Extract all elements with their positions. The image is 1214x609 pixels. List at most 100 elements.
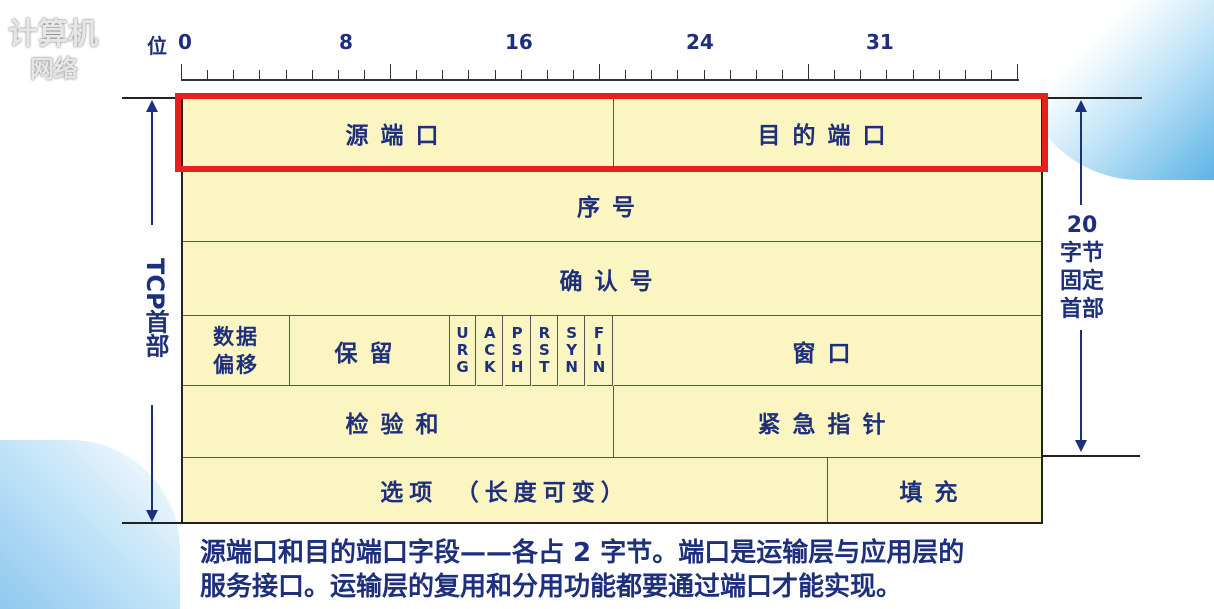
ruler-tick-mark bbox=[730, 70, 731, 80]
urgent-pointer-label: 紧急指针 bbox=[757, 411, 898, 438]
reserved-cell: 保留 bbox=[290, 316, 450, 386]
flag-letter: S bbox=[566, 324, 578, 342]
tcp-header-label: TCP首部 bbox=[141, 258, 169, 358]
ruler-label: 位 bbox=[147, 34, 167, 58]
urgent-pointer-cell: 紧急指针 bbox=[614, 386, 1041, 458]
flag-letter: C bbox=[484, 341, 496, 359]
padding-cell: 填充 bbox=[828, 458, 1041, 522]
flag-ack: ACK bbox=[477, 316, 504, 386]
flag-letter: U bbox=[456, 324, 469, 342]
ruler-tick-mark bbox=[834, 70, 835, 80]
flag-letter: I bbox=[596, 341, 602, 359]
ruler-tick-mark bbox=[860, 70, 861, 80]
bottom-rule bbox=[122, 522, 182, 524]
ruler-tick-31: 31 bbox=[866, 30, 894, 54]
ruler-tick-16: 16 bbox=[505, 30, 533, 54]
ruler-tick-mark bbox=[390, 64, 391, 80]
decorative-illustration-bottom-left bbox=[0, 440, 180, 609]
ruler-tick-mark bbox=[782, 70, 783, 80]
options-label: 选项 （长度可变） bbox=[380, 480, 630, 506]
padding-label: 填充 bbox=[899, 480, 970, 506]
ruler-tick-mark bbox=[573, 70, 574, 80]
ruler-baseline bbox=[181, 79, 1019, 81]
ruler-tick-mark bbox=[965, 70, 966, 80]
ruler-tick-8: 8 bbox=[339, 30, 353, 54]
flag-syn: SYN bbox=[559, 316, 586, 386]
flag-fin: FIN bbox=[586, 316, 613, 386]
fixed-header-size: 20 bbox=[1066, 213, 1098, 238]
ruler-tick-mark bbox=[677, 70, 678, 80]
flag-letter: T bbox=[539, 358, 550, 376]
ruler-tick-mark bbox=[599, 64, 600, 80]
port-row-highlight bbox=[175, 93, 1048, 172]
span-line-top bbox=[151, 110, 153, 225]
ruler-tick-mark bbox=[991, 70, 992, 80]
ack-number-label: 确认号 bbox=[559, 268, 665, 295]
caption-line2: 服务接口。运输层的复用和分用功能都要通过端口才能实现。 bbox=[200, 572, 903, 602]
fixed-header-line3: 首部 bbox=[1059, 297, 1104, 322]
sequence-number-label: 序号 bbox=[577, 195, 647, 221]
flag-urg: URG bbox=[450, 316, 476, 386]
ruler-tick-mark bbox=[207, 70, 208, 80]
window-cell: 窗口 bbox=[614, 316, 1041, 386]
span-line-bottom bbox=[151, 405, 153, 513]
ruler-tick-mark bbox=[338, 70, 339, 80]
flag-letter: K bbox=[483, 358, 496, 376]
flag-rst: RST bbox=[531, 316, 558, 386]
logo-line2: 网络 bbox=[30, 55, 78, 83]
caption-line1: 源端口和目的端口字段——各占 2 字节。端口是运输层与应用层的 bbox=[200, 538, 965, 568]
data-offset-line1: 数据 bbox=[213, 324, 259, 349]
fixed-header-line2: 固定 bbox=[1059, 269, 1104, 294]
reserved-label: 保留 bbox=[334, 340, 405, 367]
flag-letter: R bbox=[456, 341, 469, 359]
logo-line1: 计算机 bbox=[8, 17, 98, 52]
ruler-tick-mark bbox=[939, 70, 940, 80]
ruler-tick-mark bbox=[181, 64, 182, 80]
ruler-tick-mark bbox=[808, 64, 809, 80]
ruler-tick-mark bbox=[651, 70, 652, 80]
ruler-tick-mark bbox=[521, 70, 522, 80]
ruler-tick-mark bbox=[625, 70, 626, 80]
logo: 计算机 网络 bbox=[0, 0, 120, 90]
sequence-number-cell: 序号 bbox=[183, 169, 1041, 242]
ack-number-cell: 确认号 bbox=[183, 242, 1041, 316]
ruler-tick-mark bbox=[468, 70, 469, 80]
flag-letter: N bbox=[565, 358, 578, 376]
flag-letter: S bbox=[538, 341, 550, 359]
data-offset-cell: 数据 偏移 bbox=[183, 316, 290, 386]
ruler-tick-mark bbox=[364, 70, 365, 80]
ruler-tick-24: 24 bbox=[686, 30, 714, 54]
checksum-cell: 检验和 bbox=[183, 386, 614, 458]
fixed-header-label: 20 字节 固定 首部 bbox=[1050, 212, 1114, 324]
window-label: 窗口 bbox=[792, 340, 863, 367]
flag-letter: P bbox=[511, 324, 523, 342]
fixed-header-line1: 字节 bbox=[1059, 241, 1104, 266]
span-line-top bbox=[1080, 110, 1082, 205]
arrow-down-icon bbox=[146, 510, 158, 522]
ruler-tick-mark bbox=[913, 70, 914, 80]
fixed-end-rule bbox=[1043, 455, 1140, 457]
flag-letter: F bbox=[593, 324, 605, 342]
data-offset-line2: 偏移 bbox=[213, 352, 259, 377]
flag-letter: S bbox=[511, 341, 523, 359]
ruler-tick-mark bbox=[416, 70, 417, 80]
flag-letter: G bbox=[456, 358, 469, 376]
ruler-tick-mark bbox=[259, 70, 260, 80]
flag-psh: PSH bbox=[504, 316, 531, 386]
flag-letter: N bbox=[592, 358, 606, 376]
ruler-tick-mark bbox=[547, 70, 548, 80]
ruler-tick-mark bbox=[1017, 64, 1018, 80]
flag-letter: R bbox=[538, 324, 551, 342]
ruler-tick-mark bbox=[704, 70, 705, 80]
flag-letter: A bbox=[483, 324, 496, 342]
ruler-tick-0: 0 bbox=[178, 30, 192, 54]
ruler-tick-mark bbox=[233, 70, 234, 80]
span-line-bottom bbox=[1080, 330, 1082, 442]
ruler-tick-mark bbox=[886, 70, 887, 80]
decorative-illustration-top-right bbox=[1020, 0, 1214, 180]
checksum-label: 检验和 bbox=[345, 411, 451, 438]
arrow-down-icon bbox=[1075, 440, 1087, 452]
flag-letter: Y bbox=[566, 341, 578, 359]
ruler-tick-mark bbox=[286, 70, 287, 80]
ruler-tick-mark bbox=[442, 70, 443, 80]
